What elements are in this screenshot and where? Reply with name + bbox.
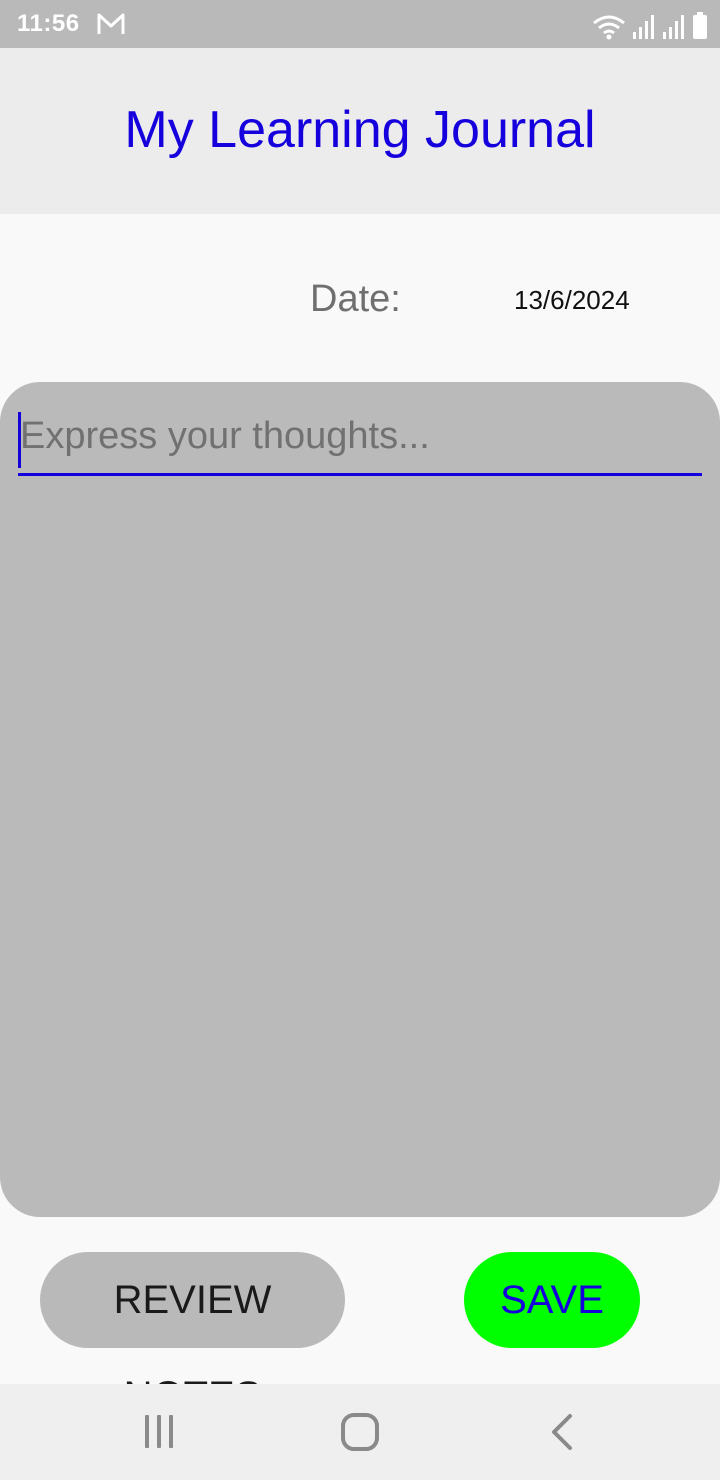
review-notes-button[interactable]: REVIEW NOTES [40, 1252, 345, 1418]
date-value: 13/6/2024 [514, 285, 630, 315]
status-time: 11:56 [17, 10, 80, 37]
home-icon[interactable] [340, 1412, 380, 1452]
wifi-icon [593, 15, 625, 40]
battery-icon [693, 12, 707, 39]
status-icons [592, 8, 708, 40]
text-caret [18, 412, 21, 468]
thoughts-input-wrapper [18, 410, 702, 476]
back-icon[interactable] [548, 1412, 576, 1452]
mail-icon [97, 13, 125, 34]
status-bar: 11:56 [0, 0, 720, 48]
thoughts-input[interactable] [18, 410, 702, 476]
journal-entry-card [0, 382, 720, 1217]
recents-icon[interactable] [142, 1412, 176, 1452]
app-header: My Learning Journal [0, 48, 720, 214]
page-title: My Learning Journal [124, 101, 596, 159]
date-label: Date: [310, 278, 401, 320]
save-button[interactable]: SAVE [464, 1252, 640, 1348]
signal-icon [633, 15, 654, 39]
signal-icon [663, 15, 684, 39]
navigation-bar [0, 1384, 720, 1480]
